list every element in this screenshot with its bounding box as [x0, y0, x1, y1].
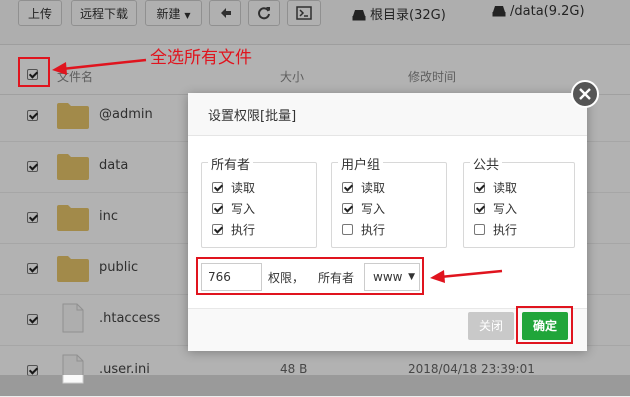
arrow-left-annotation [52, 58, 147, 75]
annotation-arrows [52, 58, 503, 283]
arrow-left-annotation [430, 269, 503, 283]
